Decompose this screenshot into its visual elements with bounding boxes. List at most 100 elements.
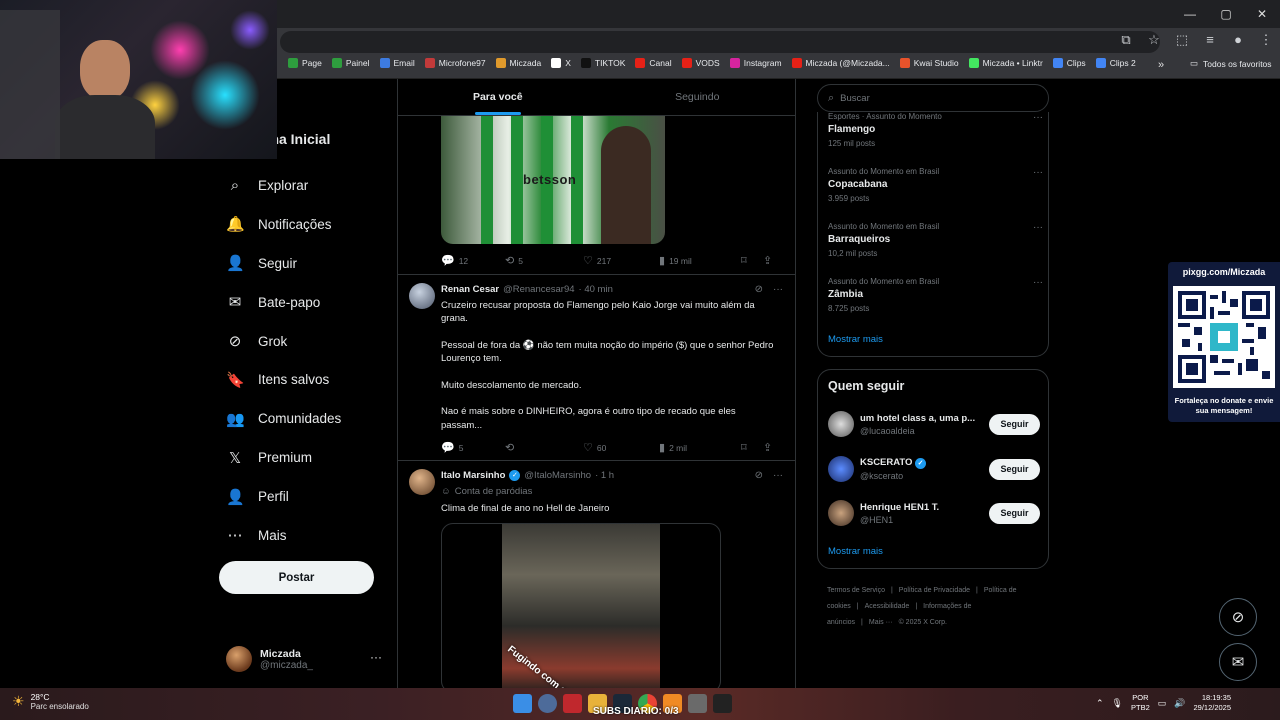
sidebar-item-comunidades[interactable]: 👥 Comunidades [226,399,396,438]
follow-button[interactable]: Seguir [989,458,1040,480]
sidebar-item-premium[interactable]: 𝕏 Premium [226,438,396,477]
author-handle[interactable]: @ItaloMarsinho [524,470,591,481]
account-more-icon[interactable]: ··· [370,650,382,664]
install-icon[interactable]: ⧉ [1118,32,1134,48]
app-icon[interactable] [563,694,582,713]
bookmark-item[interactable]: Page [288,58,322,68]
bookmark-item[interactable]: Instagram [729,58,782,68]
address-bar[interactable] [280,31,1160,53]
bookmark-item[interactable]: Miczada (@Miczada... [791,58,890,68]
close-icon[interactable]: ✕ [1244,0,1280,28]
post-time[interactable]: · 40 min [579,284,613,295]
menu-icon[interactable]: ⋮ [1258,32,1274,48]
more-icon[interactable]: ··· [773,284,783,295]
maximize-icon[interactable]: ▢ [1208,0,1244,28]
trend-item[interactable]: Esportes · Assunto do Momento Flamengo 125… [828,112,1043,148]
follow-button[interactable]: Seguir [989,413,1040,435]
tab-para-voce[interactable]: Para você [398,79,598,115]
follow-suggestion[interactable]: KSCERATO ✓ @kscerato Seguir [828,452,1040,486]
bookmarks-overflow-icon[interactable]: » [1158,59,1164,71]
reply-button[interactable]: 💬 5 [441,441,505,454]
footer-link[interactable]: Termos de Serviço [827,587,885,594]
grok-icon[interactable]: ⊘ [755,284,763,295]
sidebar-item-bate-papo[interactable]: ✉ Bate-papo [226,283,396,322]
like-button[interactable]: ♡ 217 [583,254,659,267]
bookmark-item[interactable]: Microfone97 [424,58,486,68]
footer-link[interactable]: Mais ··· [869,619,893,626]
search-taskbar-icon[interactable] [538,694,557,713]
share-button[interactable]: ⇪ [763,441,772,454]
reply-button[interactable]: 💬 12 [441,254,505,267]
clock[interactable]: 18:19:35 29/12/2025 [1193,693,1231,713]
sidebar-item-notificações[interactable]: 🔔 Notificações [226,205,396,244]
all-favorites[interactable]: ▭ Todos os favoritos [1190,58,1272,69]
repost-button[interactable]: ⟲ 5 [505,254,583,267]
more-icon[interactable]: ··· [773,470,783,481]
network-icon[interactable]: ▭ [1158,698,1167,709]
bookmark-item[interactable]: X [551,58,571,68]
bookmark-item[interactable]: Email [379,58,415,68]
minimize-icon[interactable]: — [1172,0,1208,28]
sidebar-item-explorar[interactable]: ⌕ Explorar [226,166,396,205]
more-icon[interactable]: ··· [1033,167,1043,178]
author-handle[interactable]: @Renancesar94 [503,284,574,295]
search-input[interactable]: ⌕ Buscar [817,84,1049,112]
bookmark-item[interactable]: Miczada • Linktr [968,58,1043,68]
trends-show-more-link[interactable]: Mostrar mais [828,334,883,345]
footer-link[interactable]: Política de Privacidade [899,587,970,594]
profile-icon[interactable]: ● [1230,32,1246,48]
account-switcher[interactable]: Miczada @miczada_ [226,641,386,677]
tab-seguindo[interactable]: Seguindo [598,79,796,115]
bookmark-item[interactable]: Kwai Studio [899,58,959,68]
sidebar-item-mais[interactable]: ⋯ Mais [226,516,396,555]
footer-link[interactable]: © 2025 X Corp. [899,619,947,626]
author-name[interactable]: Renan Cesar [441,284,499,295]
star-icon[interactable]: ☆ [1146,32,1162,48]
trend-item[interactable]: Assunto do Momento em Brasil Zâmbia 8.725 … [828,277,1043,313]
sidebar-item-perfil[interactable]: 👤 Perfil [226,477,396,516]
bookmark-item[interactable]: Painel [331,58,370,68]
who-show-more-link[interactable]: Mostrar mais [828,546,883,557]
language-indicator[interactable]: POR PTB2 [1131,693,1150,713]
extensions-icon[interactable]: ⬚ [1174,32,1190,48]
post-button[interactable]: Postar [219,561,374,594]
post-video[interactable]: Fugindo com o Prato [441,523,721,688]
repost-button[interactable]: ⟲ [505,441,583,454]
bookmark-item[interactable]: Miczada [495,58,541,68]
avatar[interactable] [409,469,435,495]
grok-fab[interactable]: ⊘ [1219,598,1257,636]
follow-suggestion[interactable]: um hotel class a, uma p... @lucaoaldeia … [828,407,1040,441]
views-button[interactable]: ▮ 19 mil [659,254,741,267]
footer-link[interactable]: Acessibilidade [865,603,910,610]
chevron-up-icon[interactable]: ⌃ [1096,698,1104,709]
trend-item[interactable]: Assunto do Momento em Brasil Copacabana 3.… [828,167,1043,203]
mic-icon[interactable]: 🎙 [1112,698,1123,709]
sidebar-item-itens-salvos[interactable]: 🔖 Itens salvos [226,360,396,399]
more-icon[interactable]: ··· [1033,222,1043,233]
media-icon[interactable]: ≡ [1202,32,1218,48]
trend-item[interactable]: Assunto do Momento em Brasil Barraqueiros… [828,222,1043,258]
like-button[interactable]: ♡ 60 [583,441,659,454]
more-icon[interactable]: ··· [1033,277,1043,288]
start-icon[interactable] [513,694,532,713]
follow-suggestion[interactable]: Henrique HEN1 T. @HEN1 Seguir [828,496,1040,530]
weather-widget[interactable]: ☀ 28°C Parc ensolarado [12,692,89,711]
post-image[interactable]: betsson [441,116,665,244]
bookmark-item[interactable]: Clips [1052,58,1086,68]
bookmark-item[interactable]: TIKTOK [580,58,625,68]
volume-icon[interactable]: 🔊 [1174,698,1185,709]
app-icon[interactable] [713,694,732,713]
app-icon[interactable] [688,694,707,713]
follow-button[interactable]: Seguir [989,502,1040,524]
bookmark-button[interactable]: ⌑ [741,254,763,267]
grok-icon[interactable]: ⊘ [755,470,763,481]
bookmark-button[interactable]: ⌑ [741,441,763,454]
avatar[interactable] [409,283,435,309]
messages-fab[interactable]: ✉ [1219,643,1257,681]
post-time[interactable]: · 1 h [595,470,614,481]
author-name[interactable]: Italo Marsinho [441,470,505,481]
sidebar-item-seguir[interactable]: 👤 Seguir [226,244,396,283]
bookmark-item[interactable]: Canal [635,58,672,68]
more-icon[interactable]: ··· [1033,112,1043,123]
sidebar-item-grok[interactable]: ⊘ Grok [226,322,396,361]
